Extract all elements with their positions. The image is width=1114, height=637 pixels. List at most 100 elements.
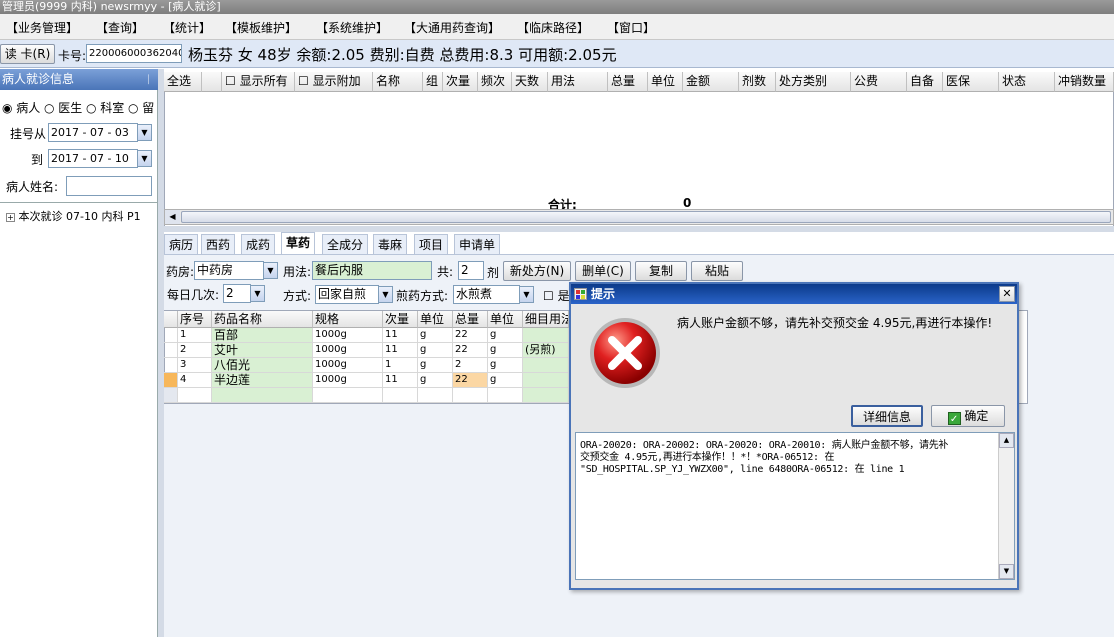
radio-doctor[interactable]: ○ 医生 [44,99,82,116]
left-panel: ◉ 病人 ○ 医生 ○ 科室 ○ 留 挂号从 2017 - 07 - 03 ▼ … [0,90,158,637]
detail-scrollbar[interactable]: ▲ ▼ [998,433,1014,579]
reg-from-date[interactable]: 2017 - 07 - 03 [48,123,138,142]
col-unit[interactable]: 单位 [648,72,683,92]
delete-prescription-button[interactable]: 删单(C) [575,261,631,281]
col-name[interactable]: 名称 [373,72,423,92]
tab-full-ingredients[interactable]: 全成分 [322,234,369,254]
col-self[interactable]: 自备 [907,72,943,92]
show-extra-checkbox-icon[interactable]: ☐ [298,74,309,88]
reg-to-label: 到 [31,153,44,167]
card-number-field[interactable]: 220006000362040 [86,44,182,63]
col-status[interactable]: 状态 [999,72,1055,92]
decoct-select[interactable]: 水煎煮 [453,285,520,304]
menu-template[interactable]: 【模板维护】 [225,19,297,36]
usage-input[interactable]: 餐后内服 [312,261,432,280]
herb-col-dose[interactable]: 次量 [383,311,418,328]
tab-patent-medicine[interactable]: 成药 [241,234,276,254]
reg-to-dropdown-icon[interactable]: ▼ [137,150,152,167]
current-row-indicator-icon [164,373,178,388]
scroll-thumb[interactable] [181,211,1111,223]
tab-narcotics[interactable]: 毒麻 [373,234,408,254]
col-freq[interactable]: 频次 [478,72,512,92]
herb-col-no[interactable]: 序号 [178,311,212,328]
paste-button[interactable]: 粘贴 [691,261,743,281]
col-days[interactable]: 天数 [512,72,548,92]
menu-system[interactable]: 【系统维护】 [316,19,388,36]
horizontal-scrollbar[interactable]: ◀ [164,209,1114,225]
menu-business[interactable]: 【业务管理】 [6,19,78,36]
daily-times-select[interactable]: 2 [223,284,251,303]
new-prescription-button[interactable]: 新处方(N) [503,261,571,281]
dialog-close-button[interactable]: ✕ [999,286,1015,302]
ok-button[interactable]: ✓ 确定 [931,405,1005,427]
col-select-all[interactable]: 全选 [164,72,202,92]
count-input[interactable]: 2 [458,261,484,280]
col-show-all[interactable]: ☐ 显示所有 [222,72,295,92]
herb-col-spec[interactable]: 规格 [313,311,383,328]
radio-stay[interactable]: ○ 留 [128,99,154,116]
herb-col-total[interactable]: 总量 [453,311,488,328]
pin-icon[interactable]: ᛁ [145,69,152,90]
col-amount[interactable]: 金额 [683,72,739,92]
scroll-up-icon[interactable]: ▲ [999,433,1014,448]
error-detail-textbox[interactable]: ORA-20020: ORA-20002: ORA-20020: ORA-200… [575,432,1015,580]
tree-expand-icon[interactable]: + [6,213,15,222]
total-value: 0 [683,196,692,210]
menu-clinical-path[interactable]: 【临床路径】 [517,19,589,36]
menu-query[interactable]: 【查询】 [96,19,144,36]
radio-dept[interactable]: ○ 科室 [86,99,124,116]
checkbox-icon[interactable]: ☐ [543,289,554,303]
menu-stats[interactable]: 【统计】 [163,19,211,36]
col-insurance[interactable]: 医保 [943,72,999,92]
detail-info-button[interactable]: 详细信息 [851,405,923,427]
decoct-dropdown-icon[interactable]: ▼ [519,286,534,303]
copy-button[interactable]: 复制 [635,261,687,281]
col-doses[interactable]: 剂数 [739,72,776,92]
herb-col-detail-usage[interactable]: 细目用法 [523,311,569,328]
read-card-button[interactable]: 读 卡(R) [0,44,55,64]
herb-col-unit2[interactable]: 单位 [488,311,523,328]
tab-western-medicine[interactable]: 西药 [201,234,236,254]
col-dose[interactable]: 次量 [443,72,478,92]
daily-times-label: 每日几次: [167,288,220,302]
patient-name-input[interactable] [66,176,152,196]
scroll-left-icon[interactable]: ◀ [165,210,180,224]
herb-row-header-col [164,311,178,328]
radio-patient[interactable]: ◉ 病人 [2,99,40,116]
col-blank [202,72,222,92]
option-checkbox[interactable]: ☐ 是 [543,287,570,304]
col-public[interactable]: 公费 [851,72,907,92]
reg-from-dropdown-icon[interactable]: ▼ [137,124,152,141]
herb-col-name[interactable]: 药品名称 [212,311,313,328]
tree-item-visit[interactable]: + 本次就诊 07-10 内科 P1 [6,208,156,224]
pharmacy-select[interactable]: 中药房 [194,261,264,280]
daily-times-dropdown-icon[interactable]: ▼ [250,285,265,302]
count-unit: 剂 [487,266,500,280]
menu-drug-query[interactable]: 【大通用药查询】 [404,19,500,36]
pharmacy-dropdown-icon[interactable]: ▼ [263,262,278,279]
tab-medical-record[interactable]: 病历 [164,234,199,254]
left-panel-title: 病人就诊信息 [2,72,75,86]
ok-label: 确定 [964,409,989,423]
menu-bar: 【业务管理】 【查询】 【统计】 【模板维护】 【系统维护】 【大通用药查询】 … [0,14,1114,40]
col-writeoff[interactable]: 冲销数量 [1055,72,1114,92]
app-window-icon [574,288,587,300]
col-group[interactable]: 组 [423,72,443,92]
usage-label: 用法: [283,265,312,279]
reg-to-date[interactable]: 2017 - 07 - 10 [48,149,138,168]
herb-col-unit[interactable]: 单位 [418,311,453,328]
method-select[interactable]: 回家自煎 [315,285,379,304]
tab-items[interactable]: 项目 [414,234,449,254]
show-all-checkbox-icon[interactable]: ☐ [225,74,236,88]
scroll-down-icon[interactable]: ▼ [999,564,1014,579]
col-show-extra[interactable]: ☐ 显示附加 [295,72,373,92]
menu-window[interactable]: 【窗口】 [607,19,655,36]
tab-herbal-medicine[interactable]: 草药 [281,232,316,254]
col-rx-type[interactable]: 处方类别 [776,72,851,92]
method-dropdown-icon[interactable]: ▼ [378,286,393,303]
tab-requests[interactable]: 申请单 [454,234,501,254]
col-total[interactable]: 总量 [608,72,648,92]
card-label: 卡号: [58,49,87,63]
col-usage[interactable]: 用法 [548,72,608,92]
decoct-label: 煎药方式: [396,289,449,303]
